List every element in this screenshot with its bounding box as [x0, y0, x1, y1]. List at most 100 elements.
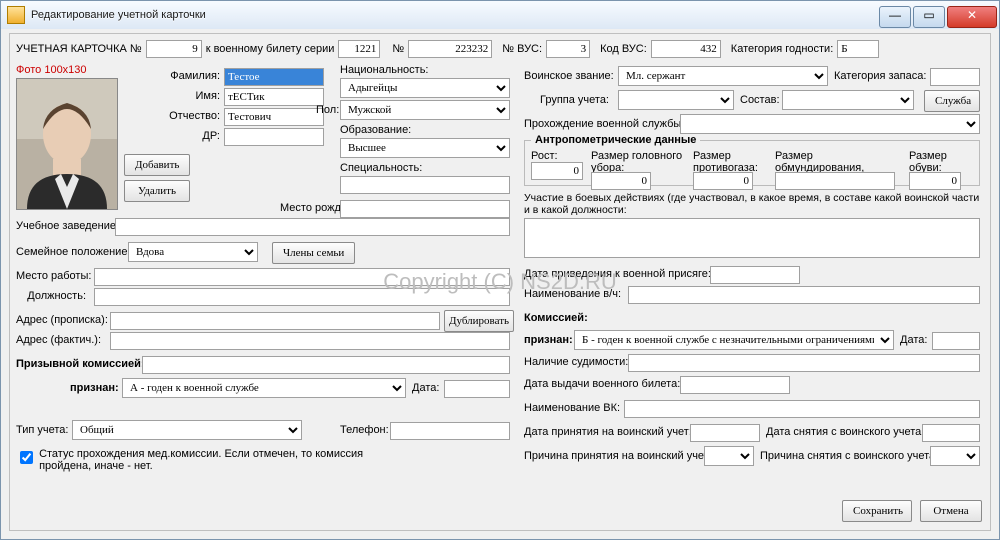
workplace-label: Место работы: — [16, 270, 86, 282]
dereg-date-label: Дата снятия с воинского учета: — [766, 426, 924, 438]
sostav-label: Состав: — [740, 94, 780, 106]
nationality-select[interactable]: Адыгейцы — [340, 78, 510, 98]
post-input[interactable] — [94, 288, 510, 306]
codevus-label: Код ВУС: — [600, 43, 647, 55]
speciality-label: Специальность: — [340, 162, 422, 174]
med-status-checkbox[interactable] — [20, 451, 33, 464]
recognized2-select[interactable]: Б - годен к военной службе с незначитель… — [574, 330, 894, 350]
comm2-date-input[interactable] — [932, 332, 980, 350]
reg-date-label: Дата принятия на воинский учет: — [524, 426, 692, 438]
minimize-button[interactable]: — — [879, 6, 911, 28]
addr-fact-input[interactable] — [110, 332, 510, 350]
num-input[interactable] — [408, 40, 492, 58]
service-pass-select[interactable] — [680, 114, 980, 134]
education-label: Образование: — [340, 124, 411, 136]
service-pass-label: Прохождение военной службы: — [524, 118, 684, 130]
maximize-button[interactable]: ▭ — [913, 6, 945, 28]
account-type-select[interactable]: Общий — [72, 420, 302, 440]
sex-select[interactable]: Мужской — [340, 100, 510, 120]
uniform-input[interactable] — [775, 172, 895, 190]
family-status-select[interactable]: Вдова — [128, 242, 258, 262]
lastname-input[interactable] — [224, 68, 324, 86]
service-button[interactable]: Служба — [924, 90, 980, 112]
draft-recognized-label: признан: — [70, 382, 119, 394]
cancel-button[interactable]: Отмена — [920, 500, 982, 522]
education-select[interactable]: Высшее — [340, 138, 510, 158]
unit-name-input[interactable] — [628, 286, 980, 304]
vus-label: № ВУС: — [502, 43, 542, 55]
num-label: № — [392, 43, 404, 55]
med-status-text: Статус прохождения мед.комиссии. Если от… — [39, 448, 379, 472]
reg-reason-select[interactable] — [704, 446, 754, 466]
combat-textarea[interactable] — [524, 218, 980, 258]
firstname-input[interactable] — [224, 88, 324, 106]
rank-label: Воинское звание: — [524, 70, 614, 82]
oath-date-label: Дата приведения к военной присяге: — [524, 268, 711, 280]
mask-input[interactable] — [693, 172, 753, 190]
conviction-label: Наличие судимости: — [524, 356, 628, 368]
draft-date-label: Дата: — [412, 382, 439, 394]
sex-label: Пол: — [316, 104, 339, 116]
draft-commission-input[interactable] — [142, 356, 510, 374]
group-label: Группа учета: — [540, 94, 609, 106]
cat-input[interactable] — [837, 40, 879, 58]
dereg-date-input[interactable] — [922, 424, 980, 442]
delete-photo-button[interactable]: Удалить — [124, 180, 190, 202]
firstname-label: Имя: — [160, 90, 220, 102]
speciality-input[interactable] — [340, 176, 510, 194]
title-bar: Редактирование учетной карточки — ▭ ✕ — [1, 1, 999, 30]
birthplace-input[interactable] — [340, 200, 510, 218]
sostav-select[interactable] — [782, 90, 914, 110]
vus-input[interactable] — [546, 40, 590, 58]
duplicate-address-button[interactable]: Дублировать — [444, 310, 514, 332]
group-select[interactable] — [618, 90, 734, 110]
card-no-label: УЧЕТНАЯ КАРТОЧКА № — [16, 43, 142, 55]
close-button[interactable]: ✕ — [947, 6, 997, 28]
series-label: к военному билету серии — [206, 43, 335, 55]
workplace-input[interactable] — [94, 268, 510, 286]
draft-date-input[interactable] — [444, 380, 510, 398]
draft-recognized-select[interactable]: А - годен к военной службе — [122, 378, 406, 398]
series-input[interactable] — [338, 40, 380, 58]
vk-name-label: Наименование ВК: — [524, 402, 620, 414]
reg-date-input[interactable] — [690, 424, 760, 442]
birthplace-label: Место рожд: — [280, 202, 344, 214]
family-status-label: Семейное положение: — [16, 246, 131, 258]
head-label: Размер головного убора: — [591, 150, 689, 172]
post-label: Должность: — [16, 290, 86, 302]
rank-select[interactable]: Мл. сержант — [618, 66, 828, 86]
family-members-button[interactable]: Члены семьи — [272, 242, 355, 264]
head-input[interactable] — [591, 172, 651, 190]
account-type-label: Тип учета: — [16, 424, 68, 436]
anthro-legend: Антропометрические данные — [531, 134, 700, 146]
photo-image — [17, 79, 117, 209]
nationality-label: Национальность: — [340, 64, 428, 76]
shoes-label: Размер обуви: — [909, 150, 969, 172]
phone-input[interactable] — [390, 422, 510, 440]
combat-label: Участие в боевых действиях (где участвов… — [524, 192, 980, 216]
add-photo-button[interactable]: Добавить — [124, 154, 190, 176]
reserve-cat-label: Категория запаса: — [834, 70, 926, 82]
conviction-input[interactable] — [628, 354, 980, 372]
unit-name-label: Наименование в/ч: — [524, 288, 621, 300]
shoes-input[interactable] — [909, 172, 961, 190]
dereg-reason-label: Причина снятия с воинского учета: — [760, 450, 938, 462]
edu-inst-input[interactable] — [115, 218, 510, 236]
window-title: Редактирование учетной карточки — [31, 9, 879, 21]
dereg-reason-select[interactable] — [930, 446, 980, 466]
oath-date-input[interactable] — [710, 266, 800, 284]
midname-input[interactable] — [224, 108, 324, 126]
draft-commission-label: Призывной комиссией: — [16, 358, 145, 370]
height-input[interactable] — [531, 162, 583, 180]
dr-input[interactable] — [224, 128, 324, 146]
card-no-input[interactable] — [146, 40, 202, 58]
mask-label: Размер противогаза: — [693, 150, 771, 172]
codevus-input[interactable] — [651, 40, 721, 58]
edu-inst-label: Учебное заведение: — [16, 220, 119, 232]
uniform-label: Размер обмундирования, ростовка: — [775, 150, 905, 172]
addr-reg-input[interactable] — [110, 312, 440, 330]
ticket-date-input[interactable] — [680, 376, 790, 394]
save-button[interactable]: Сохранить — [842, 500, 912, 522]
reserve-cat-input[interactable] — [930, 68, 980, 86]
vk-name-input[interactable] — [624, 400, 980, 418]
